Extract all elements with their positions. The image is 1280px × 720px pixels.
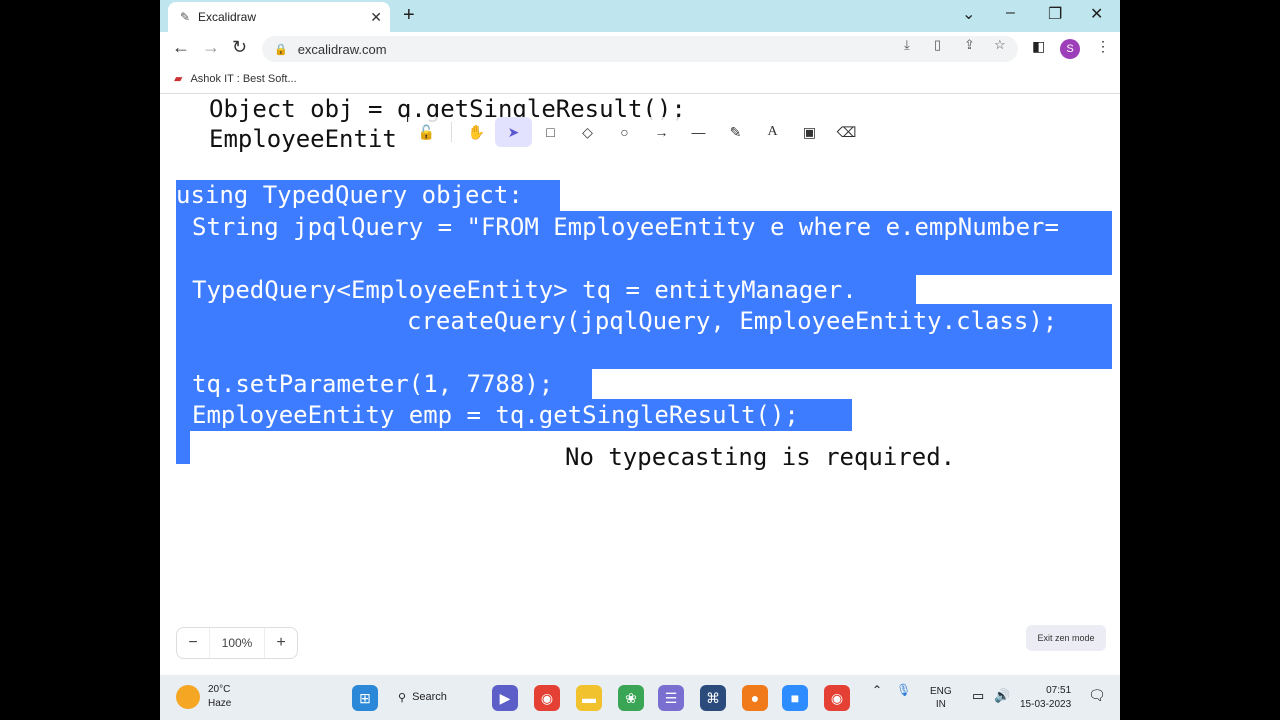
windows-taskbar: 20°C Haze ⊞ ⚲ Search ▶ ◉ ▬ ❀ ☰ ⌘ ● ■ ◉ ⌃… <box>160 675 1120 720</box>
rectangle-tool-icon[interactable]: □ <box>532 117 569 147</box>
url-text: excalidraw.com <box>297 41 387 57</box>
zoom-controls: − 100% + <box>176 627 298 659</box>
restore-icon[interactable]: ❐ <box>1048 4 1062 24</box>
notifications-icon[interactable]: 🗨 <box>1088 687 1106 704</box>
forward-icon[interactable]: → <box>202 37 220 58</box>
bookmark-ashok-it[interactable]: ▰ Ashok IT : Best Soft... <box>174 72 297 86</box>
install-icon[interactable]: ⤓ <box>904 37 910 53</box>
code-heading: using TypedQuery object: <box>176 181 523 209</box>
exit-zen-mode-button[interactable]: Exit zen mode <box>1026 625 1106 651</box>
chrome-icon[interactable]: ◉ <box>534 685 560 711</box>
screen: ✎ Excalidraw ✕ + ⌄ – ❐ ✕ ← → ↻ 🔒 excalid… <box>160 0 1120 720</box>
zoom-out-button[interactable]: − <box>177 634 209 652</box>
note-text: No typecasting is required. <box>565 443 956 471</box>
excalidraw-toolbar: 🔓 ✋ ➤ □ ◇ ○ → — ✎ A ▣ ⌫ <box>408 117 868 147</box>
draw-tool-icon[interactable]: ✎ <box>717 117 754 147</box>
eraser-tool-icon[interactable]: ⌫ <box>828 117 865 147</box>
tab-search-icon[interactable]: ⌄ <box>962 4 975 24</box>
new-tab-icon[interactable]: + <box>403 4 415 27</box>
selection-tool-icon[interactable]: ➤ <box>495 117 532 147</box>
ellipse-tool-icon[interactable]: ○ <box>606 117 643 147</box>
toolbar-divider <box>451 122 452 142</box>
share-icon[interactable]: ⇪ <box>964 37 975 53</box>
language-indicator[interactable]: ENG IN <box>930 685 952 711</box>
weather-widget[interactable]: 20°C Haze <box>176 683 231 711</box>
reload-icon[interactable]: ↻ <box>232 37 247 58</box>
back-icon[interactable]: ← <box>172 37 190 58</box>
code-line-getsingleresult: EmployeeEntity emp = tq.getSingleResult(… <box>192 401 799 429</box>
search-label: Search <box>412 691 447 703</box>
minimize-icon[interactable]: – <box>1006 4 1015 22</box>
region-code: IN <box>935 699 946 710</box>
code-line-setparameter: tq.setParameter(1, 7788); <box>192 370 554 398</box>
taskbar-search-button[interactable]: ⚲ Search <box>398 684 447 710</box>
selection-highlight <box>176 430 190 464</box>
selection-highlight <box>176 243 1112 275</box>
line-tool-icon[interactable]: — <box>680 117 717 147</box>
side-panel-icon[interactable]: ◧ <box>1032 38 1045 55</box>
lock-tool-icon[interactable]: 🔓 <box>408 117 445 147</box>
windows-start-icon[interactable]: ⊞ <box>352 685 378 711</box>
zoom-app-icon[interactable]: ■ <box>782 685 808 711</box>
eclipse-icon[interactable]: ☰ <box>658 685 684 711</box>
sql-tool-icon[interactable]: ⌘ <box>700 685 726 711</box>
weather-temperature: 20°C <box>208 684 231 695</box>
tab-excalidraw[interactable]: ✎ Excalidraw ✕ <box>168 2 390 32</box>
clock[interactable]: 07:51 15-03-2023 <box>1020 684 1071 712</box>
tab-strip: ✎ Excalidraw ✕ + ⌄ – ❐ ✕ <box>160 0 1120 32</box>
zoom-in-button[interactable]: + <box>265 634 297 652</box>
code-line-typedquery: TypedQuery<EmployeeEntity> tq = entityMa… <box>192 276 857 304</box>
zoom-level[interactable]: 100% <box>209 628 265 658</box>
hand-tool-icon[interactable]: ✋ <box>458 117 495 147</box>
profile-avatar[interactable]: S <box>1060 39 1080 59</box>
microphone-icon[interactable]: 🎙 <box>896 683 911 697</box>
volume-icon[interactable]: 🔊 <box>994 688 1010 704</box>
tab-close-icon[interactable]: ✕ <box>370 9 382 26</box>
diamond-tool-icon[interactable]: ◇ <box>569 117 606 147</box>
bookmark-star-icon[interactable]: ☆ <box>994 37 1006 53</box>
chrome-active-icon[interactable]: ◉ <box>824 685 850 711</box>
code-line-createquery: createQuery(jpqlQuery, EmployeeEntity.cl… <box>407 307 1058 335</box>
file-explorer-icon[interactable]: ▬ <box>576 685 602 711</box>
network-icon[interactable]: ▭ <box>972 688 984 704</box>
page-icon[interactable]: ▯ <box>934 37 941 53</box>
lock-icon: 🔒 <box>274 43 288 56</box>
search-icon: ⚲ <box>398 691 407 704</box>
arrow-tool-icon[interactable]: → <box>643 117 680 147</box>
code-line-entity: EmployeeEntit <box>209 125 397 153</box>
bookmarks-bar: ▰ Ashok IT : Best Soft... <box>160 66 1120 94</box>
weather-haze-icon <box>176 685 200 709</box>
system-tray: ⌃ 🎙 <box>872 683 911 697</box>
tab-title: Excalidraw <box>198 10 257 24</box>
language-code: ENG <box>930 686 952 697</box>
firefox-icon[interactable]: ● <box>742 685 768 711</box>
bookmark-label: Ashok IT : Best Soft... <box>190 72 297 85</box>
excalidraw-favicon-icon: ✎ <box>180 10 191 24</box>
browser-toolbar: ← → ↻ 🔒 excalidraw.com ⤓ ▯ ⇪ ☆ ◧ ⋮ <box>160 32 1120 66</box>
clock-date: 15-03-2023 <box>1020 699 1072 710</box>
show-hidden-icons-icon[interactable]: ⌃ <box>872 683 882 697</box>
selection-highlight <box>176 337 1112 369</box>
text-tool-icon[interactable]: A <box>754 117 791 147</box>
code-line-jpql: String jpqlQuery = "FROM EmployeeEntity … <box>192 213 1059 241</box>
teams-meet-icon[interactable]: ▶ <box>492 685 518 711</box>
image-tool-icon[interactable]: ▣ <box>791 117 828 147</box>
spring-tools-icon[interactable]: ❀ <box>618 685 644 711</box>
weather-condition: Haze <box>208 698 232 709</box>
close-window-icon[interactable]: ✕ <box>1090 4 1103 24</box>
bookmark-favicon-icon: ▰ <box>174 73 183 85</box>
excalidraw-canvas[interactable]: Object obj = q.getSingleResult(); Employ… <box>160 95 1120 675</box>
clock-time: 07:51 <box>1046 685 1072 696</box>
menu-icon[interactable]: ⋮ <box>1096 38 1110 55</box>
